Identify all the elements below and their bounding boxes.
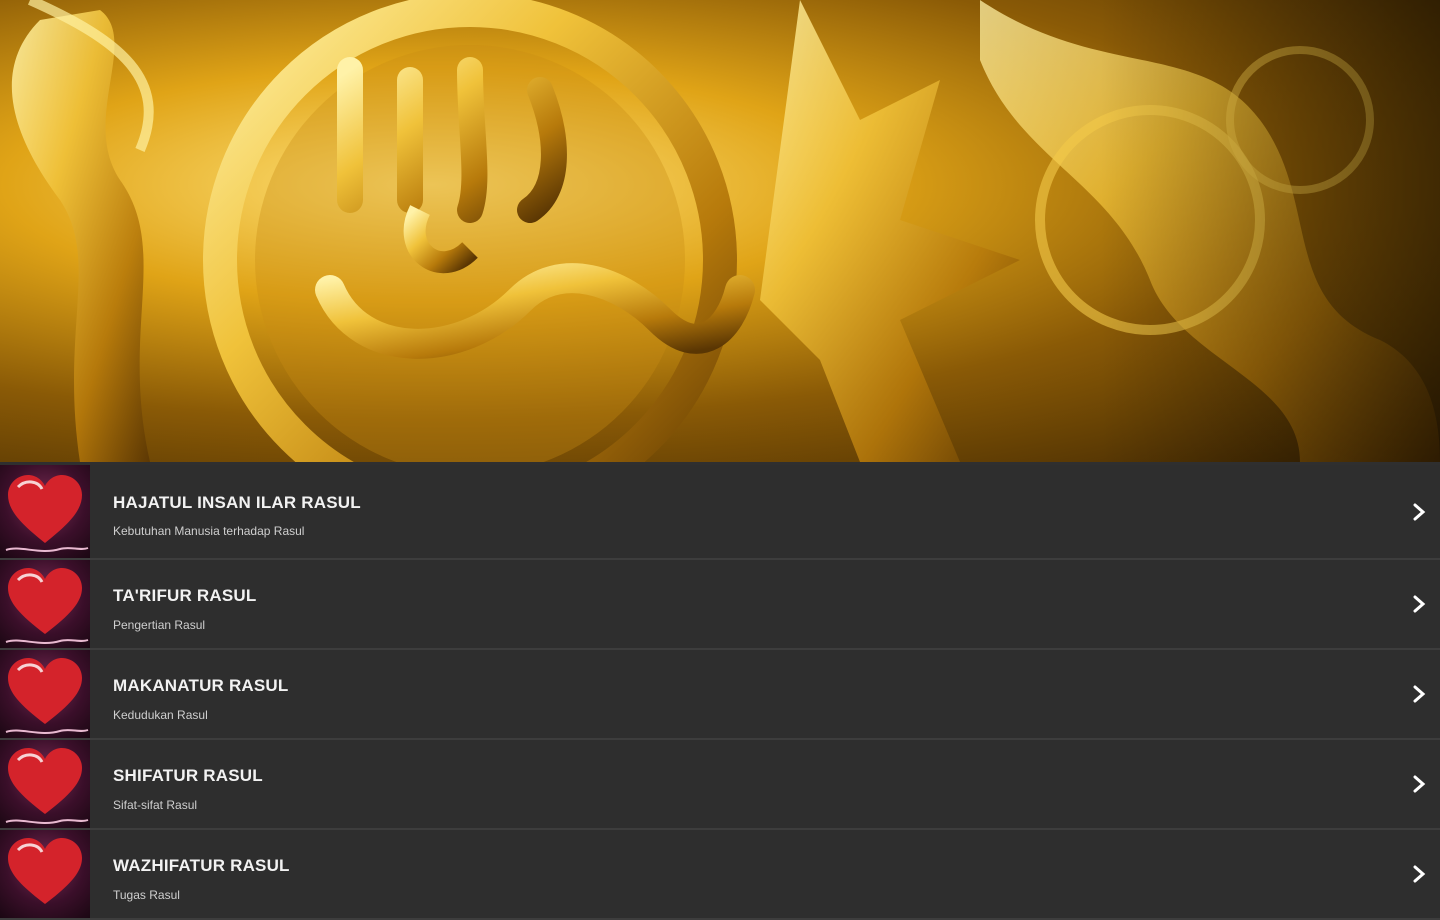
heart-icon	[0, 465, 90, 558]
list-item[interactable]: MAKANATUR RASUL Kedudukan Rasul	[0, 650, 1440, 740]
list-item-title: WAZHIFATUR RASUL	[113, 856, 290, 875]
list-item[interactable]: SHIFATUR RASUL Sifat-sifat Rasul	[0, 740, 1440, 830]
chevron-right-icon	[1413, 685, 1426, 703]
list-item-title: SHIFATUR RASUL	[113, 766, 263, 785]
heart-icon	[0, 650, 90, 738]
heart-icon	[0, 740, 90, 828]
list-item[interactable]: TA'RIFUR RASUL Pengertian Rasul	[0, 560, 1440, 650]
chevron-right-icon	[1413, 775, 1426, 793]
chevron-right-icon	[1413, 865, 1426, 883]
heart-icon	[0, 830, 90, 918]
topic-list: HAJATUL INSAN ILAR RASUL Kebutuhan Manus…	[0, 465, 1440, 920]
chevron-right-icon	[1413, 595, 1426, 613]
list-item-subtitle: Kebutuhan Manusia terhadap Rasul	[113, 524, 305, 538]
list-item-title: HAJATUL INSAN ILAR RASUL	[113, 493, 361, 512]
list-item-subtitle: Kedudukan Rasul	[113, 708, 208, 722]
list-item[interactable]: HAJATUL INSAN ILAR RASUL Kebutuhan Manus…	[0, 465, 1440, 560]
list-item-title: MAKANATUR RASUL	[113, 676, 289, 695]
chevron-right-icon	[1413, 503, 1426, 520]
list-item-subtitle: Pengertian Rasul	[113, 618, 206, 632]
list-item-title: TA'RIFUR RASUL	[113, 586, 257, 605]
list-item-subtitle: Sifat-sifat Rasul	[113, 798, 198, 812]
list-item[interactable]: WAZHIFATUR RASUL Tugas Rasul	[0, 830, 1440, 920]
heart-icon	[0, 560, 90, 648]
header-banner-image	[0, 0, 1440, 462]
